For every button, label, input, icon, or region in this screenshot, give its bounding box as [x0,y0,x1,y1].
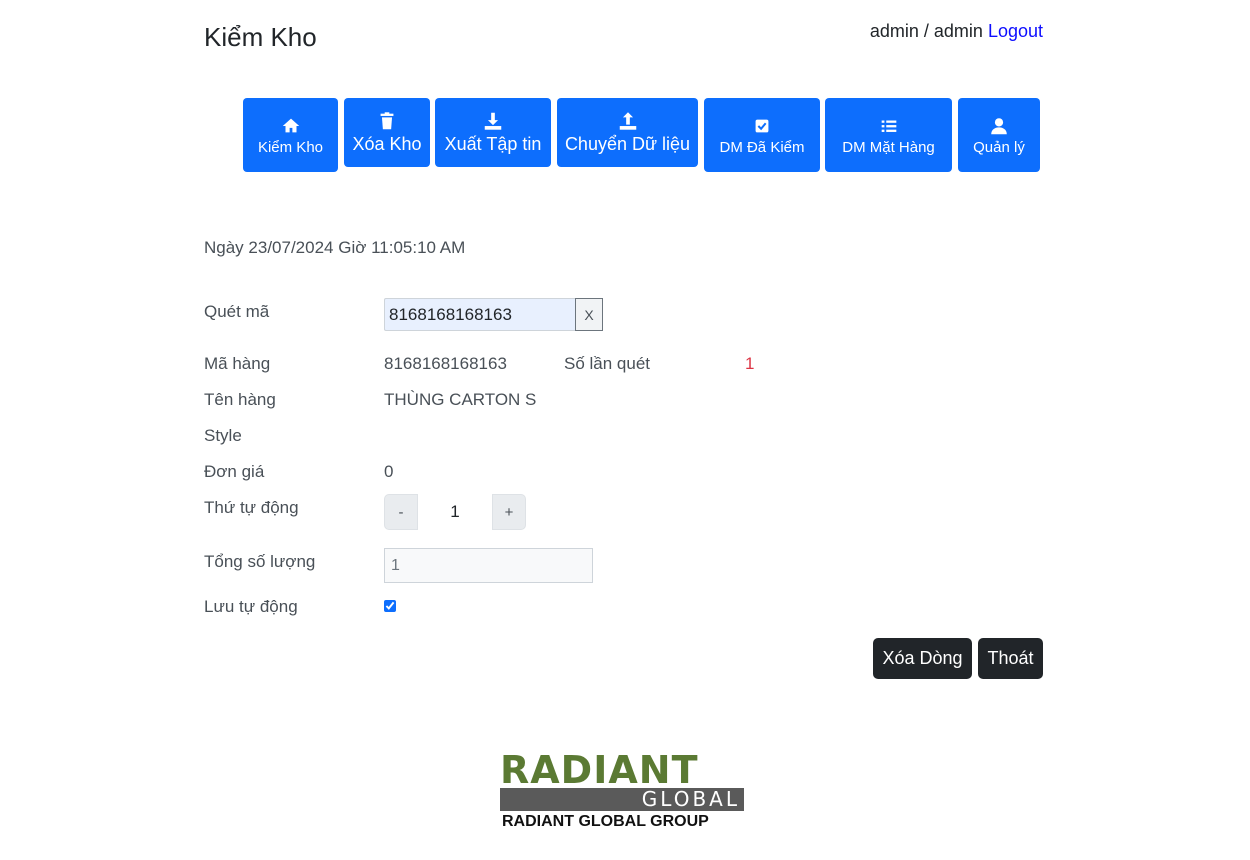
increment-button[interactable]: + [492,494,526,530]
style-label: Style [204,426,242,445]
item-name-label: Tên hàng [204,390,276,409]
scan-count-value: 1 [745,354,755,373]
item-code-label: Mã hàng [204,354,271,373]
total-qty-label: Tổng số lượng [204,552,316,571]
chuyen-du-lieu-button[interactable]: Chuyển Dữ liệu [557,98,698,167]
user-area: admin / admin Logout [870,21,1043,42]
dm-da-kiem-button[interactable]: DM Đã Kiểm [704,98,820,172]
xuat-tap-tin-label: Xuất Tập tin [444,134,542,154]
xoa-kho-label: Xóa Kho [352,134,422,154]
chuyen-du-lieu-label: Chuyển Dữ liệu [564,134,691,154]
autosave-label: Lưu tự động [204,597,298,616]
logo-top-text: RADIANT [500,748,699,792]
page-title: Kiểm Kho [204,22,317,52]
trash-icon [376,110,398,132]
download-icon [482,110,504,132]
unit-price-label: Đơn giá [204,462,265,481]
xuat-tap-tin-button[interactable]: Xuất Tập tin [435,98,551,167]
check-square-icon [751,115,773,137]
dm-da-kiem-label: DM Đã Kiểm [719,138,805,156]
home-icon [280,115,302,137]
item-code-value: 8168168168163 [384,354,507,373]
item-name-value: THÙNG CARTON S [384,390,537,409]
scan-input[interactable] [384,298,575,331]
decrement-button[interactable]: - [384,494,418,530]
datetime-display: Ngày 23/07/2024 Giờ 11:05:10 AM [204,238,466,257]
scan-label: Quét mã [204,302,270,321]
quan-ly-label: Quản lý [973,138,1025,156]
scan-clear-button[interactable]: X [575,298,603,331]
scan-count-label: Số lần quét [564,354,651,373]
exit-button[interactable]: Thoát [978,638,1043,679]
dm-mat-hang-button[interactable]: DM Mặt Hàng [825,98,952,172]
toolbar: Kiểm Kho Xóa Kho Xuất Tập tin Chuyển Dữ … [0,98,1250,172]
dm-mat-hang-label: DM Mặt Hàng [842,138,935,156]
upload-icon [617,110,639,132]
auto-order-input[interactable] [418,494,492,530]
total-qty-input[interactable] [384,548,593,583]
radiant-global-logo: RADIANT GLOBAL RADIANT GLOBAL GROUP [500,748,744,833]
kiem-kho-button[interactable]: Kiểm Kho [243,98,338,172]
logo-bar: GLOBAL [500,788,744,811]
quan-ly-button[interactable]: Quản lý [958,98,1040,172]
auto-order-label: Thứ tự động [204,498,299,517]
user-name: admin / admin [869,21,983,41]
logo-caption: RADIANT GLOBAL GROUP [502,813,709,830]
kiem-kho-label: Kiểm Kho [257,138,324,156]
delete-row-button[interactable]: Xóa Dòng [873,638,972,679]
unit-price-value: 0 [384,462,394,481]
user-icon [988,115,1010,137]
xoa-kho-button[interactable]: Xóa Kho [344,98,430,167]
logout-link[interactable]: Logout [988,21,1043,41]
list-icon [878,115,900,137]
auto-order-stepper: - + [384,494,526,530]
scan-group: X [384,298,603,331]
autosave-checkbox[interactable] [384,600,396,612]
logo-bar-text: GLOBAL [641,787,740,811]
